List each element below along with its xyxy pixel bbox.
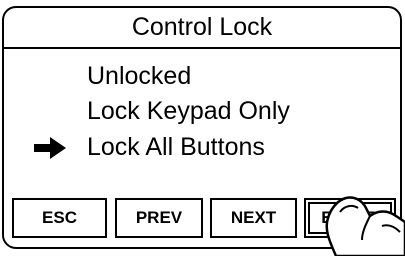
screen-title: Control Lock [4, 8, 400, 49]
menu-item-lock-all-buttons[interactable]: Lock All Buttons [87, 132, 265, 162]
esc-button[interactable]: ESC [12, 198, 107, 238]
enter-button[interactable]: ENTER [304, 198, 396, 238]
next-button[interactable]: NEXT [210, 198, 297, 238]
menu-item-lock-keypad-only[interactable]: Lock Keypad Only [87, 96, 290, 126]
prev-button[interactable]: PREV [115, 198, 203, 238]
menu-item-unlocked[interactable]: Unlocked [87, 61, 191, 91]
display-screen: Control Lock Unlocked Lock Keypad Only L… [2, 6, 402, 249]
arrow-right-icon [34, 137, 66, 159]
